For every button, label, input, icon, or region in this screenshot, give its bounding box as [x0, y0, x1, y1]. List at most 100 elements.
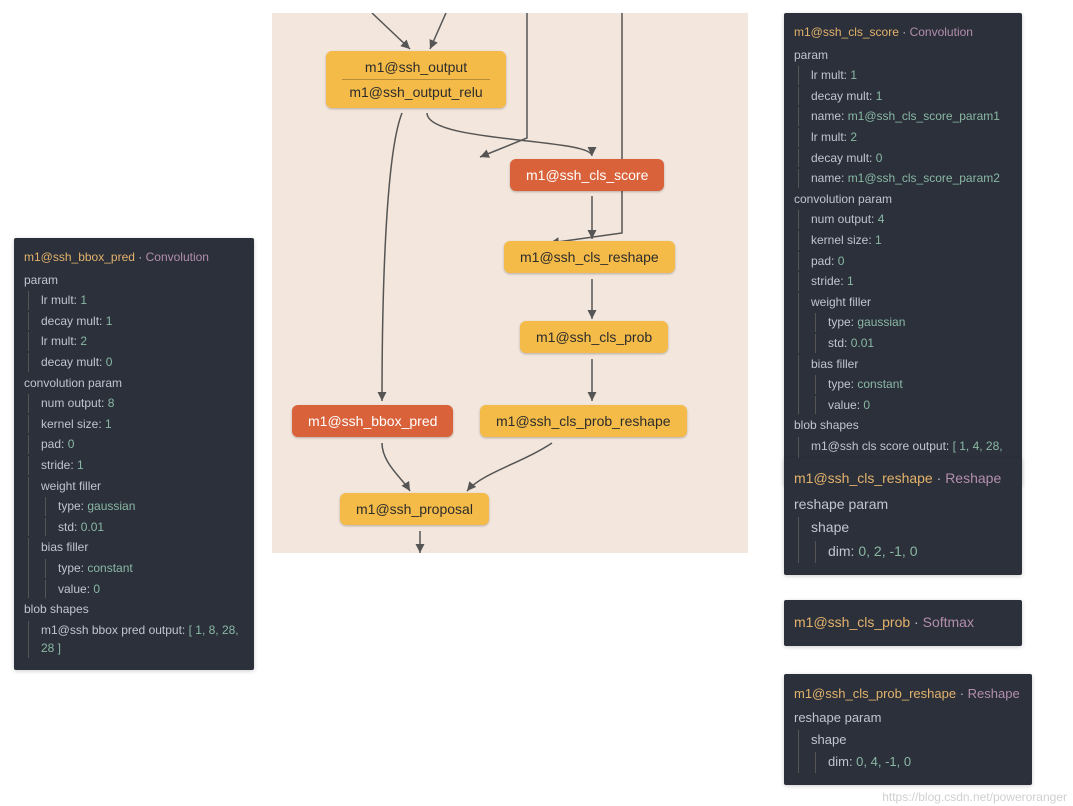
key: decay mult:	[41, 314, 106, 328]
value: 1	[847, 274, 854, 288]
key: num output:	[41, 396, 108, 410]
key: value:	[58, 582, 93, 596]
key: decay mult:	[811, 89, 876, 103]
key: bias filler	[41, 540, 88, 554]
value: gaussian	[857, 315, 905, 329]
key: shape	[811, 732, 846, 747]
key: type:	[828, 377, 857, 391]
panel-cls-prob-reshape: m1@ssh_cls_prob_reshape · Reshape reshap…	[784, 674, 1032, 785]
section-param: param	[24, 271, 244, 290]
node-cls-prob: m1@ssh_cls_prob	[520, 321, 668, 353]
layer-type: Convolution	[146, 250, 209, 264]
section-reshape: reshape param	[794, 708, 1022, 728]
panel-title: m1@ssh_cls_prob_reshape · Reshape	[794, 684, 1022, 704]
key: weight filler	[811, 295, 871, 309]
section-param: param	[794, 46, 1012, 65]
key: lr mult:	[41, 334, 80, 348]
value: m1@ssh_cls_score_param2	[848, 171, 1000, 185]
value: 0	[68, 437, 75, 451]
key: m1@ssh bbox pred output:	[41, 623, 189, 637]
value: 0, 4, -1, 0	[856, 754, 911, 769]
network-diagram: m1@ssh_output m1@ssh_output_relu m1@ssh_…	[272, 13, 748, 553]
layer-name: m1@ssh_bbox_pred	[24, 250, 135, 264]
key: value:	[828, 398, 863, 412]
key: name:	[811, 171, 848, 185]
value: 1	[80, 293, 87, 307]
value: 8	[108, 396, 115, 410]
separator-dot: ·	[138, 250, 145, 264]
value: 1	[875, 233, 882, 247]
value: 0.01	[851, 336, 874, 350]
key: lr mult:	[811, 68, 850, 82]
value: 2	[80, 334, 87, 348]
watermark: https://blog.csdn.net/poweroranger	[882, 790, 1067, 804]
value: 1	[105, 417, 112, 431]
key: kernel size:	[41, 417, 105, 431]
value: constant	[857, 377, 902, 391]
value: 4	[878, 212, 885, 226]
value: m1@ssh_cls_score_param1	[848, 109, 1000, 123]
section-conv: convolution param	[24, 374, 244, 393]
node-label: m1@ssh_cls_prob_reshape	[496, 413, 671, 429]
key: name:	[811, 109, 848, 123]
value: 0	[838, 254, 845, 268]
layer-type: Convolution	[910, 25, 973, 39]
separator-dot: ·	[902, 25, 909, 39]
panel-bbox-pred: m1@ssh_bbox_pred · Convolution param lr …	[14, 238, 254, 670]
panel-title: m1@ssh_bbox_pred · Convolution	[24, 248, 244, 267]
node-sublabel: m1@ssh_output_relu	[342, 79, 490, 100]
value: 0.01	[81, 520, 104, 534]
node-proposal: m1@ssh_proposal	[340, 493, 489, 525]
node-cls-reshape: m1@ssh_cls_reshape	[504, 241, 675, 273]
node-label: m1@ssh_bbox_pred	[308, 413, 437, 429]
value: 0	[93, 582, 100, 596]
panel-cls-score: m1@ssh_cls_score · Convolution param lr …	[784, 13, 1022, 486]
node-cls-score: m1@ssh_cls_score	[510, 159, 664, 191]
key: m1@ssh cls score output:	[811, 439, 953, 453]
node-label: m1@ssh_cls_prob	[536, 329, 652, 345]
layer-name: m1@ssh_cls_reshape	[794, 470, 933, 486]
key: type:	[828, 315, 857, 329]
key: stride:	[811, 274, 847, 288]
key: num output:	[811, 212, 878, 226]
key: bias filler	[811, 357, 858, 371]
section-blob: blob shapes	[24, 600, 244, 619]
panel-title: m1@ssh_cls_prob · Softmax	[794, 612, 1012, 634]
layer-name: m1@ssh_cls_prob_reshape	[794, 686, 956, 701]
key: std:	[828, 336, 851, 350]
node-label: m1@ssh_output	[365, 59, 467, 75]
key: lr mult:	[811, 130, 850, 144]
separator-dot: ·	[937, 470, 946, 486]
value: 0	[876, 151, 883, 165]
section-reshape: reshape param	[794, 494, 1012, 516]
section-conv: convolution param	[794, 190, 1012, 209]
value: 0, 2, -1, 0	[858, 543, 917, 559]
value: 1	[850, 68, 857, 82]
value: 0	[863, 398, 870, 412]
key: weight filler	[41, 479, 101, 493]
key: decay mult:	[811, 151, 876, 165]
node-label: m1@ssh_cls_reshape	[520, 249, 659, 265]
panel-title: m1@ssh_cls_reshape · Reshape	[794, 468, 1012, 490]
node-label: m1@ssh_proposal	[356, 501, 473, 517]
separator-dot: ·	[914, 614, 923, 630]
panel-cls-reshape: m1@ssh_cls_reshape · Reshape reshape par…	[784, 458, 1022, 575]
node-cls-prob-reshape: m1@ssh_cls_prob_reshape	[480, 405, 687, 437]
node-bbox-pred: m1@ssh_bbox_pred	[292, 405, 453, 437]
value: 1	[876, 89, 883, 103]
layer-type: Softmax	[923, 614, 974, 630]
panel-cls-prob: m1@ssh_cls_prob · Softmax	[784, 600, 1022, 646]
layer-name: m1@ssh_cls_prob	[794, 614, 910, 630]
node-ssh-output: m1@ssh_output m1@ssh_output_relu	[326, 51, 506, 108]
value: 1	[77, 458, 84, 472]
key: shape	[811, 519, 849, 535]
key: pad:	[811, 254, 838, 268]
key: decay mult:	[41, 355, 106, 369]
layer-type: Reshape	[945, 470, 1001, 486]
key: type:	[58, 499, 87, 513]
key: kernel size:	[811, 233, 875, 247]
value: 1	[106, 314, 113, 328]
layer-name: m1@ssh_cls_score	[794, 25, 899, 39]
key: stride:	[41, 458, 77, 472]
key: pad:	[41, 437, 68, 451]
